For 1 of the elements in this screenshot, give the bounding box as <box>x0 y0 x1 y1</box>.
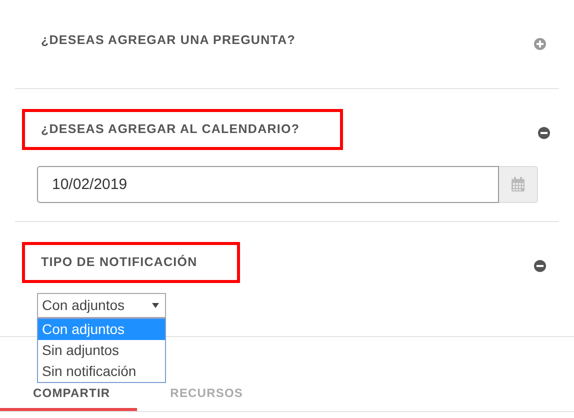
select-value: Con adjuntos <box>42 296 125 315</box>
